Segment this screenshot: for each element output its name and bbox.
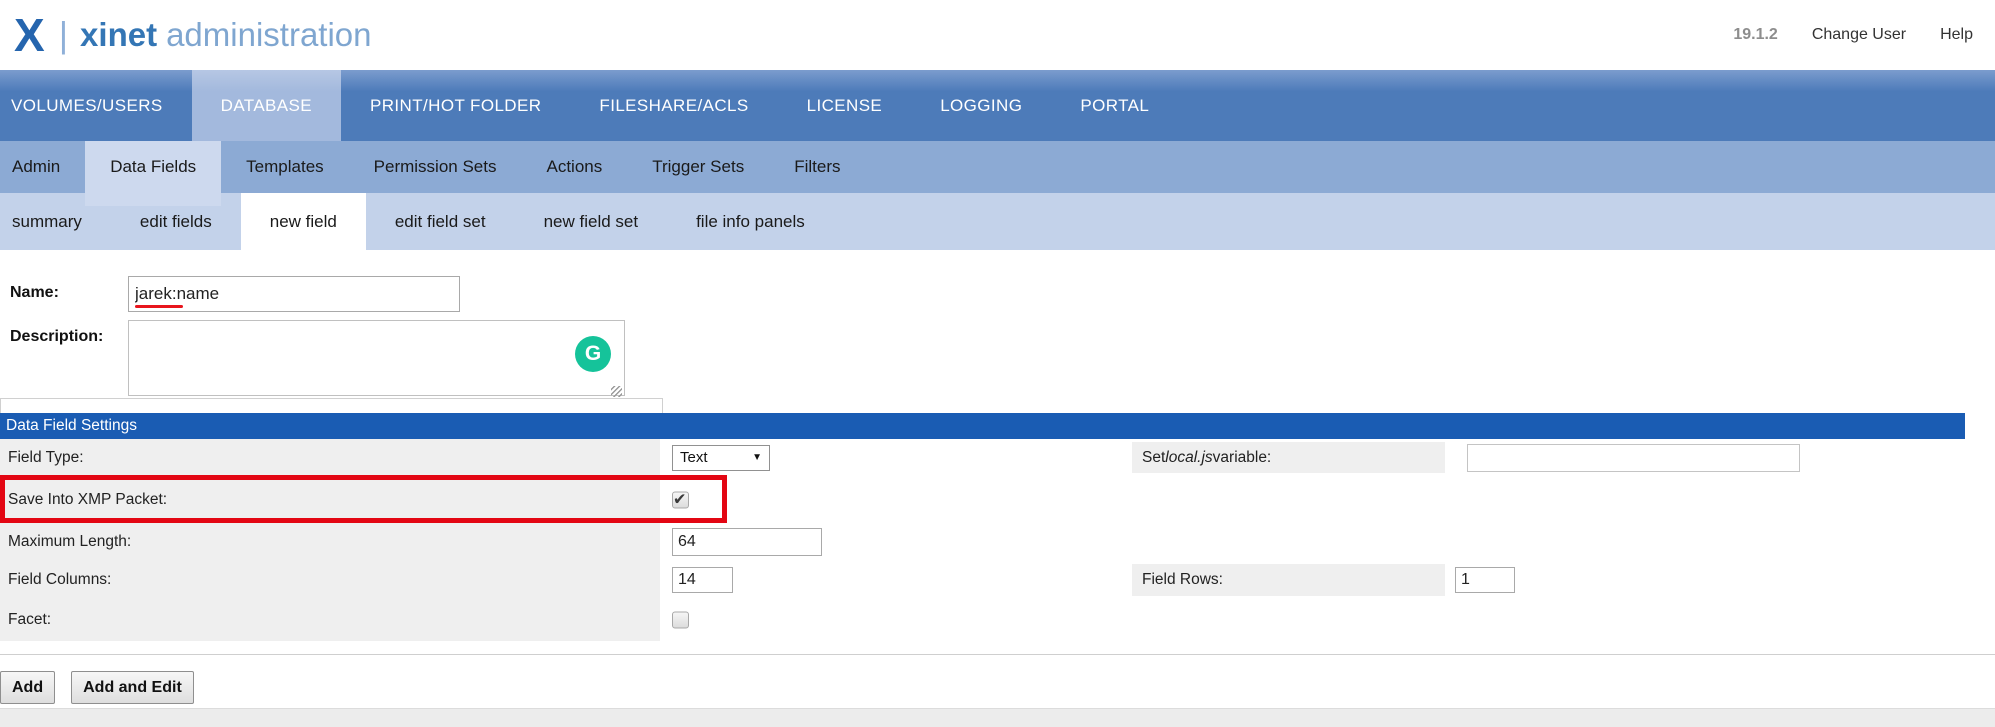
tab-file-info-panels[interactable]: file info panels <box>667 193 834 250</box>
field-rows-label: Field Rows: <box>1132 564 1445 596</box>
tab-logging[interactable]: LOGGING <box>911 70 1051 141</box>
help-link[interactable]: Help <box>1940 26 1973 44</box>
max-length-row: Maximum Length: <box>0 523 1962 561</box>
save-xmp-label: Save Into XMP Packet: <box>0 476 660 523</box>
new-field-form: Name: Description: G <box>0 250 1995 413</box>
field-type-select[interactable]: Text ▼ <box>672 445 770 471</box>
local-js-label-pre: Set <box>1142 449 1165 467</box>
max-length-input[interactable] <box>672 528 822 556</box>
settings-title: Data Field Settings <box>6 417 137 435</box>
facet-row: Facet: <box>0 599 1962 641</box>
tab-print-hot-folder[interactable]: PRINT/HOT FOLDER <box>341 70 570 141</box>
textarea-resize-handle[interactable] <box>611 386 622 397</box>
app-header: X | xinet administration 19.1.2 Change U… <box>0 0 1995 70</box>
field-type-label: Field Type: <box>0 439 660 476</box>
tab-templates[interactable]: Templates <box>221 141 348 193</box>
header-links: 19.1.2 Change User Help <box>1733 26 1995 44</box>
field-columns-label: Field Columns: <box>0 561 660 599</box>
save-xmp-checkbox[interactable]: ✔ <box>672 491 689 508</box>
tab-edit-field-set[interactable]: edit field set <box>366 193 515 250</box>
version-label: 19.1.2 <box>1733 26 1777 44</box>
logo-suffix-text: administration <box>166 16 371 54</box>
spellcheck-underline <box>135 305 183 308</box>
settings-section-header: Data Field Settings <box>0 413 1965 439</box>
local-js-input[interactable] <box>1467 444 1800 472</box>
tab-admin[interactable]: Admin <box>0 141 85 193</box>
tab-database[interactable]: DATABASE <box>192 70 341 141</box>
primary-nav: VOLUMES/USERS DATABASE PRINT/HOT FOLDER … <box>0 70 1995 141</box>
description-textarea[interactable] <box>128 320 625 396</box>
name-label: Name: <box>0 276 128 302</box>
chevron-down-icon: ▼ <box>752 452 762 463</box>
facet-label: Facet: <box>0 599 660 641</box>
tab-license[interactable]: LICENSE <box>778 70 912 141</box>
local-js-label-italic: local.js <box>1165 449 1212 467</box>
checkmark-icon: ✔ <box>673 489 686 509</box>
facet-checkbox[interactable] <box>672 612 689 629</box>
field-columns-row: Field Columns: Field Rows: <box>0 561 1962 599</box>
xinet-admin-page: X | xinet administration 19.1.2 Change U… <box>0 0 1995 727</box>
footer-bar <box>0 708 1995 727</box>
tab-portal[interactable]: PORTAL <box>1051 70 1178 141</box>
add-button[interactable]: Add <box>0 671 55 704</box>
tab-permission-sets[interactable]: Permission Sets <box>349 141 522 193</box>
tertiary-nav: summary edit fields new field edit field… <box>0 193 1995 250</box>
field-columns-input[interactable] <box>672 567 733 593</box>
field-type-row: Field Type: Text ▼ Set local.js variable… <box>0 439 1962 476</box>
field-rows-input[interactable] <box>1455 567 1515 593</box>
logo-x-icon: X <box>14 12 45 58</box>
logo-separator: | <box>59 17 68 53</box>
tab-new-field[interactable]: new field <box>241 193 366 250</box>
divider-line <box>0 654 1995 655</box>
tab-fileshare-acls[interactable]: FILESHARE/ACLS <box>570 70 777 141</box>
form-actions: Add Add and Edit <box>0 671 1995 704</box>
tab-trigger-sets[interactable]: Trigger Sets <box>627 141 769 193</box>
xinet-logo: X | xinet administration <box>0 12 372 58</box>
tab-data-fields[interactable]: Data Fields <box>85 141 221 193</box>
add-and-edit-button[interactable]: Add and Edit <box>71 671 194 704</box>
tab-filters[interactable]: Filters <box>769 141 865 193</box>
tab-new-field-set[interactable]: new field set <box>515 193 668 250</box>
description-label: Description: <box>0 320 128 346</box>
grammarly-icon[interactable]: G <box>575 336 611 372</box>
logo-brand-text: xinet <box>80 16 157 54</box>
secondary-nav: Admin Data Fields Templates Permission S… <box>0 141 1995 193</box>
max-length-label: Maximum Length: <box>0 523 660 561</box>
change-user-link[interactable]: Change User <box>1812 26 1906 44</box>
local-js-label-post: variable: <box>1213 449 1272 467</box>
tab-volumes-users[interactable]: VOLUMES/USERS <box>0 70 192 141</box>
local-js-label: Set local.js variable: <box>1132 442 1445 473</box>
field-type-selected-value: Text <box>680 449 708 466</box>
tab-actions[interactable]: Actions <box>521 141 627 193</box>
save-xmp-row: Save Into XMP Packet: ✔ <box>0 476 1962 523</box>
